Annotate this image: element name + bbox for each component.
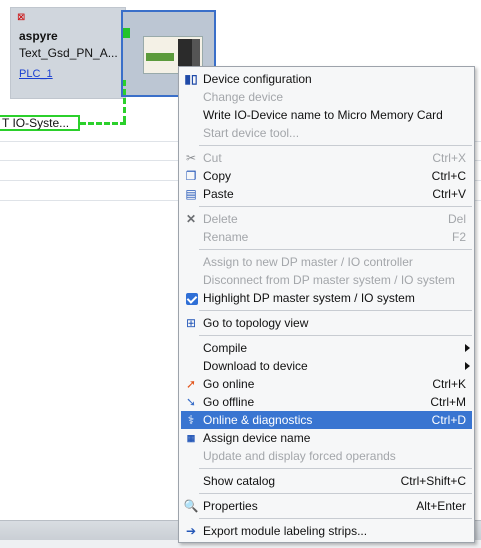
network-status-icon: ⊠ — [17, 12, 26, 23]
menu-separator — [199, 518, 472, 519]
delete-icon: ✕ — [185, 212, 197, 226]
device-aspyre[interactable]: ⊠ aspyre Text_Gsd_PN_A... PLC_1 — [10, 7, 126, 99]
menu-separator — [199, 145, 472, 146]
menu-item-write-io-device-name[interactable]: Write IO-Device name to Micro Memory Car… — [181, 106, 472, 124]
menu-item-cut[interactable]: ✂ Cut Ctrl+X — [181, 149, 472, 167]
menu-item-delete[interactable]: ✕ Delete Del — [181, 210, 472, 228]
export-icon: ➔ — [185, 524, 197, 538]
name-icon: ▦ — [186, 433, 196, 443]
menu-item-export-labeling[interactable]: ➔ Export module labeling strips... — [181, 522, 472, 540]
menu-item-assign-master[interactable]: Assign to new DP master / IO controller — [181, 253, 472, 271]
network-link — [80, 122, 126, 125]
properties-icon: 🔍 — [183, 499, 199, 513]
menu-separator — [199, 310, 472, 311]
menu-item-paste[interactable]: ▤ Paste Ctrl+V — [181, 185, 472, 203]
go-offline-icon: ➘ — [185, 395, 197, 409]
network-port[interactable] — [123, 28, 130, 38]
menu-item-compile[interactable]: Compile — [181, 339, 472, 357]
menu-item-start-device-tool[interactable]: Start device tool... — [181, 124, 472, 142]
menu-item-rename[interactable]: Rename F2 — [181, 228, 472, 246]
menu-item-device-configuration[interactable]: ▮▯ Device configuration — [181, 70, 472, 88]
submenu-arrow-icon — [465, 344, 470, 352]
topology-icon: ⊞ — [185, 316, 197, 330]
menu-item-highlight-master-system[interactable]: Highlight DP master system / IO system — [181, 289, 472, 307]
menu-separator — [199, 335, 472, 336]
menu-item-assign-device-name[interactable]: ▦ Assign device name — [181, 429, 472, 447]
io-system-label[interactable]: T IO-Syste... — [0, 115, 80, 131]
controller-link[interactable]: PLC_1 — [19, 68, 53, 80]
menu-item-go-online[interactable]: ➚ Go online Ctrl+K — [181, 375, 472, 393]
menu-separator — [199, 206, 472, 207]
menu-separator — [199, 249, 472, 250]
menu-item-show-catalog[interactable]: Show catalog Ctrl+Shift+C — [181, 472, 472, 490]
go-online-icon: ➚ — [185, 377, 197, 391]
device-type: Text_Gsd_PN_A... — [19, 46, 118, 60]
paste-icon: ▤ — [185, 187, 197, 201]
context-menu: ▮▯ Device configuration Change device Wr… — [178, 66, 475, 543]
network-link — [123, 80, 126, 122]
menu-item-download[interactable]: Download to device — [181, 357, 472, 375]
menu-separator — [199, 493, 472, 494]
scissors-icon: ✂ — [185, 151, 197, 165]
menu-separator — [199, 468, 472, 469]
device-config-icon: ▮▯ — [184, 72, 198, 86]
menu-item-properties[interactable]: 🔍 Properties Alt+Enter — [181, 497, 472, 515]
menu-item-topology-view[interactable]: ⊞ Go to topology view — [181, 314, 472, 332]
checkbox-checked-icon[interactable] — [183, 290, 199, 306]
menu-item-change-device[interactable]: Change device — [181, 88, 472, 106]
diagnostics-icon: ⚕ — [187, 413, 195, 427]
menu-item-copy[interactable]: ❐ Copy Ctrl+C — [181, 167, 472, 185]
device-name: aspyre — [19, 29, 58, 43]
menu-item-go-offline[interactable]: ➘ Go offline Ctrl+M — [181, 393, 472, 411]
menu-item-disconnect-master[interactable]: Disconnect from DP master system / IO sy… — [181, 271, 472, 289]
copy-icon: ❐ — [185, 169, 197, 183]
submenu-arrow-icon — [465, 362, 470, 370]
menu-item-online-diagnostics[interactable]: ⚕ Online & diagnostics Ctrl+D — [181, 411, 472, 429]
menu-item-forced-operands[interactable]: Update and display forced operands — [181, 447, 472, 465]
